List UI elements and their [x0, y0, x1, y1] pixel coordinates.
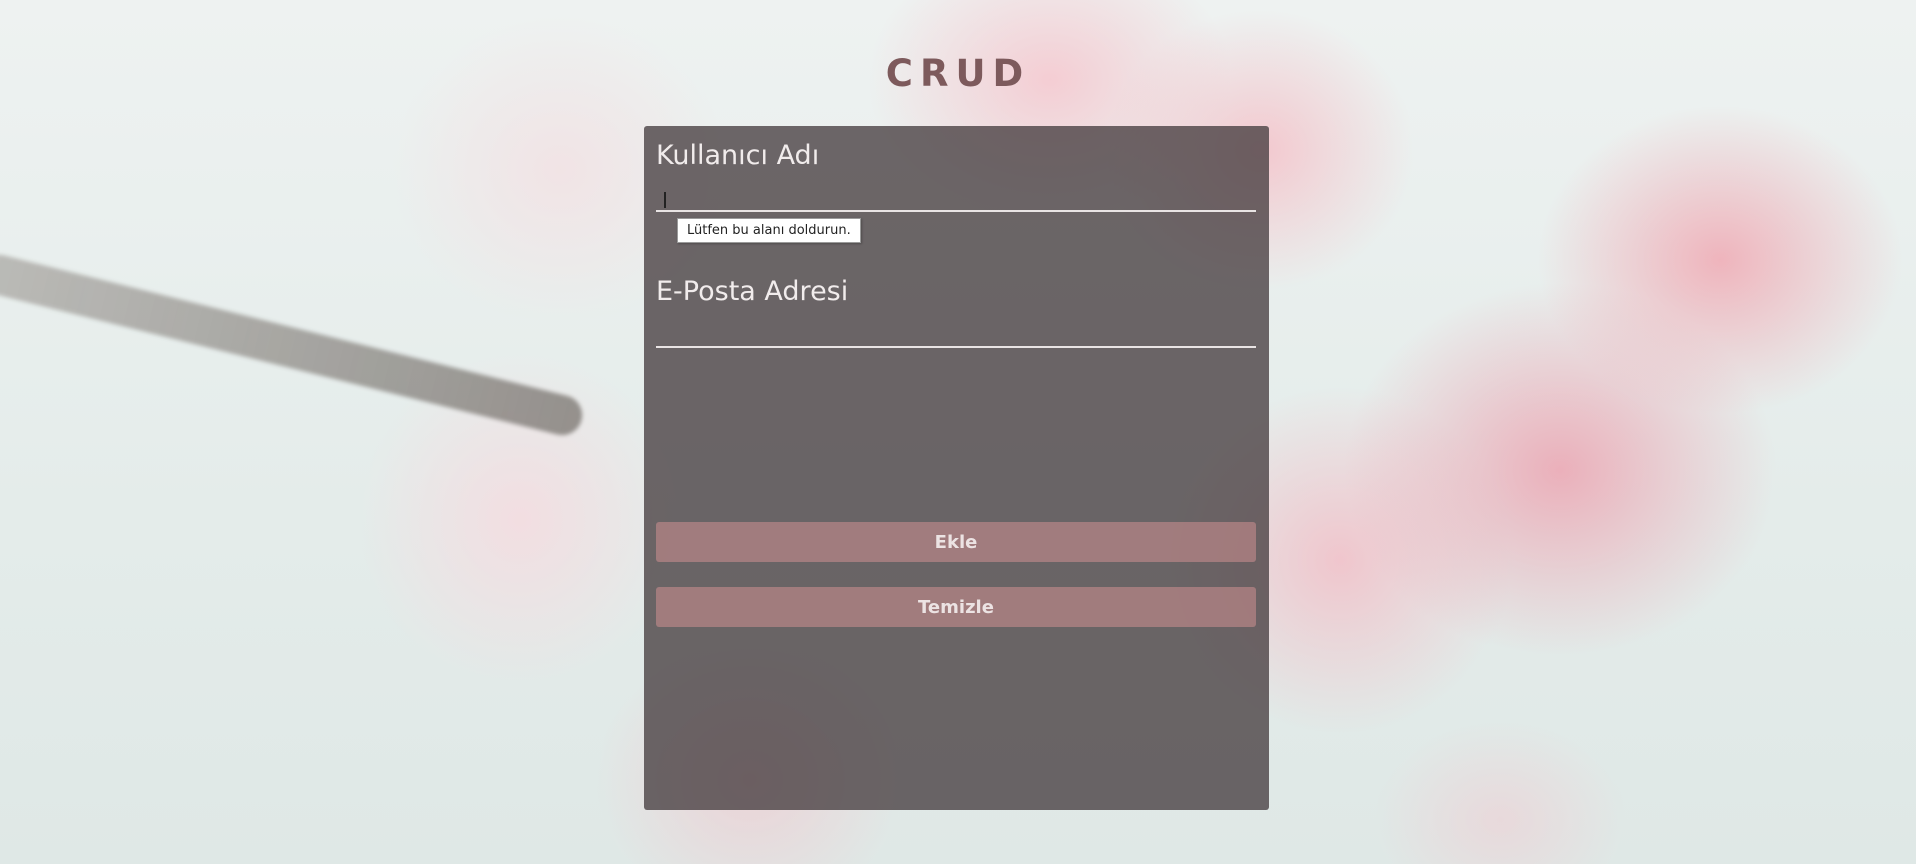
email-input[interactable]: [656, 314, 1256, 348]
crud-form-panel: Kullanıcı Adı Lütfen bu alanı doldurun. …: [644, 126, 1269, 810]
text-cursor-icon: [664, 192, 666, 208]
username-input[interactable]: [656, 178, 1256, 212]
page-title: CRUD: [885, 52, 1031, 95]
add-button[interactable]: Ekle: [656, 522, 1256, 562]
username-label: Kullanıcı Adı: [656, 140, 820, 171]
clear-button[interactable]: Temizle: [656, 587, 1256, 627]
validation-tooltip: Lütfen bu alanı doldurun.: [677, 218, 861, 243]
email-label: E-Posta Adresi: [656, 276, 849, 307]
